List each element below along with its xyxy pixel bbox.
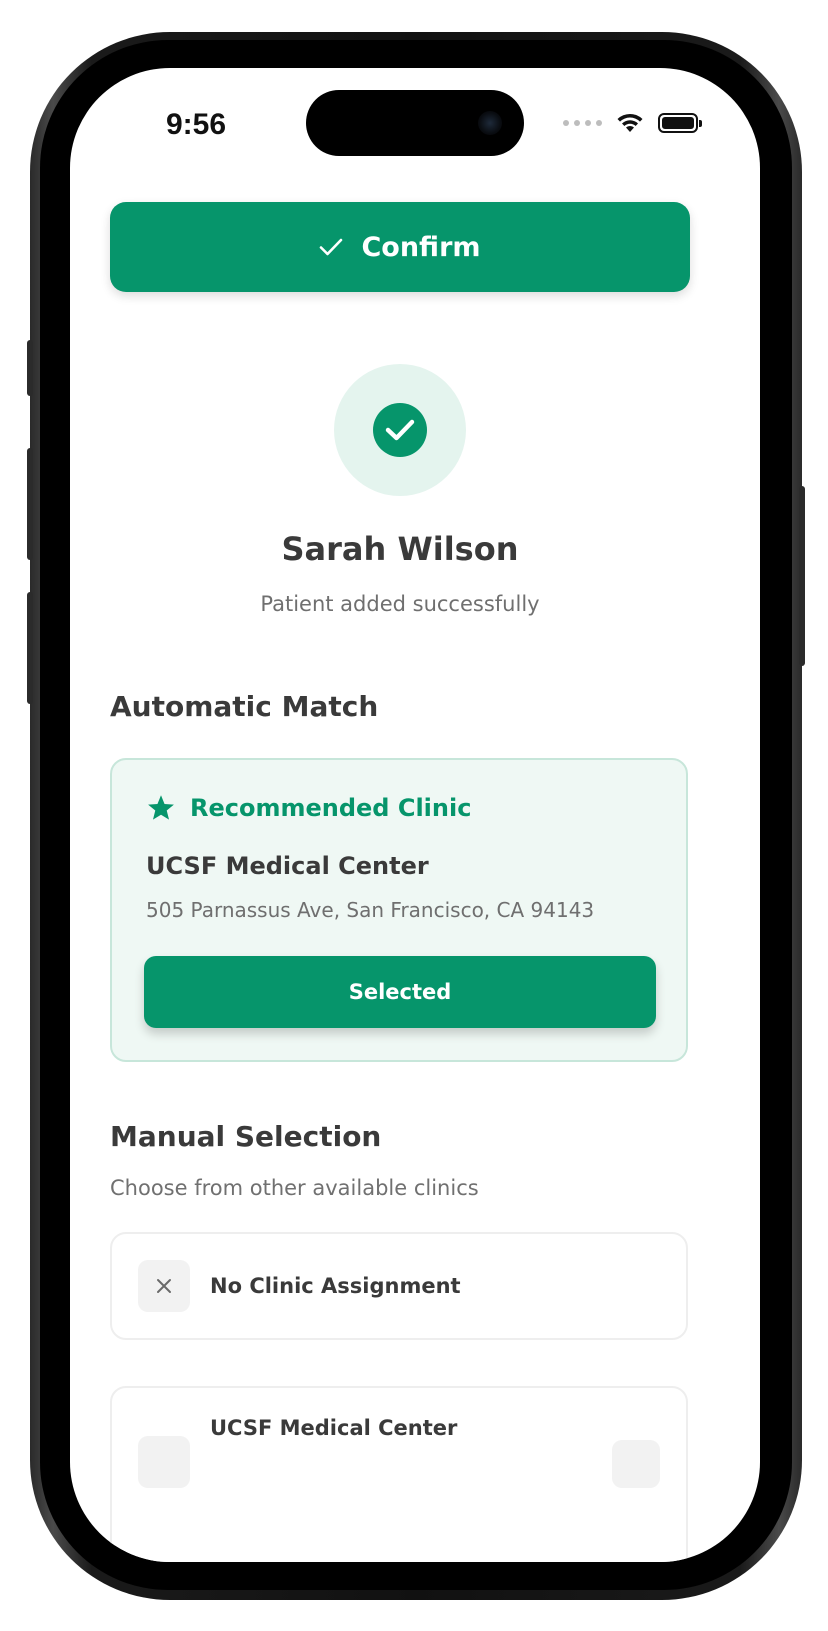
volume-down-button <box>27 592 33 704</box>
cellular-signal-icon <box>563 120 602 126</box>
recommended-clinic-address: 505 Parnassus Ave, San Francisco, CA 941… <box>146 898 595 922</box>
select-radio[interactable] <box>612 1440 660 1488</box>
confirm-button[interactable]: Confirm <box>110 202 690 292</box>
success-indicator <box>334 364 466 496</box>
clinic-option-ucsf[interactable]: UCSF Medical Center <box>110 1386 688 1562</box>
automatic-match-title: Automatic Match <box>110 690 379 723</box>
battery-icon <box>658 113 702 133</box>
wifi-icon <box>617 113 643 132</box>
app-screen: 9:56 Confirm Sarah Wilson Patient added … <box>70 68 760 1562</box>
selected-button[interactable]: Selected <box>144 956 656 1028</box>
patient-name: Sarah Wilson <box>281 530 519 568</box>
recommended-clinic-card[interactable]: Recommended Clinic UCSF Medical Center 5… <box>110 758 688 1062</box>
dynamic-island <box>306 90 524 156</box>
status-time: 9:56 <box>166 108 227 141</box>
manual-selection-title: Manual Selection <box>110 1120 382 1153</box>
clinic-option-label: UCSF Medical Center <box>210 1416 458 1440</box>
power-button <box>799 486 805 666</box>
front-camera <box>478 111 502 135</box>
close-icon <box>138 1260 190 1312</box>
clinic-icon <box>138 1436 190 1488</box>
status-bar: 9:56 <box>70 68 760 178</box>
manual-selection-subtitle: Choose from other available clinics <box>110 1176 479 1200</box>
patient-status-text: Patient added successfully <box>260 592 540 616</box>
recommended-clinic-label: Recommended Clinic <box>190 794 472 822</box>
confirm-button-label: Confirm <box>361 231 481 263</box>
status-icons <box>563 112 702 134</box>
star-icon <box>148 795 174 820</box>
silent-switch <box>27 340 33 396</box>
clinic-option-label: No Clinic Assignment <box>210 1274 461 1298</box>
recommended-clinic-name: UCSF Medical Center <box>146 852 429 880</box>
clinic-option-none[interactable]: No Clinic Assignment <box>110 1232 688 1340</box>
volume-up-button <box>27 448 33 560</box>
selected-button-label: Selected <box>348 980 452 1004</box>
check-circle-icon <box>373 403 427 457</box>
recommended-clinic-header: Recommended Clinic <box>146 794 471 822</box>
check-icon <box>320 238 343 256</box>
